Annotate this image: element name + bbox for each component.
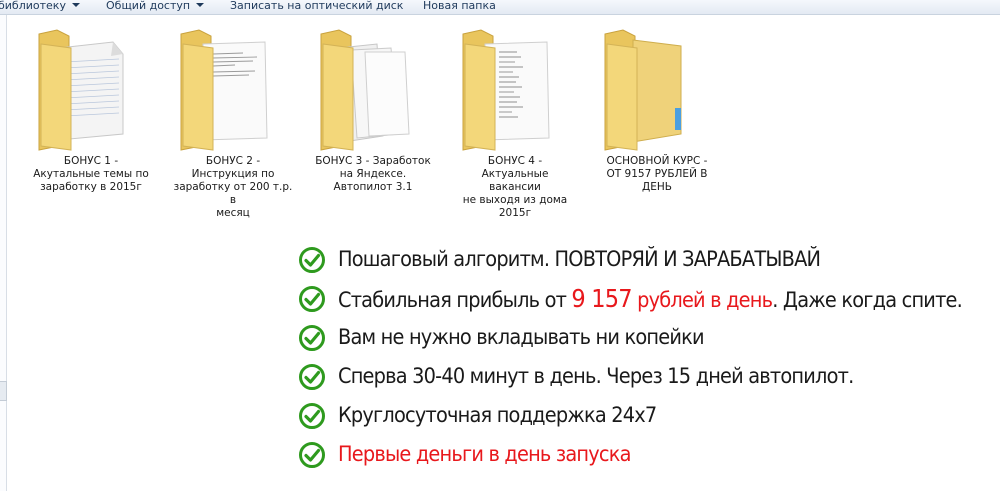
folder-name-label: ОСНОВНОЙ КУРС - ОТ 9157 РУБЛЕЙ В ДЕНЬ	[606, 155, 708, 193]
folder-item-bonus-2[interactable]: БОНУС 2 - Инструкция по заработку от 200 т…	[173, 22, 293, 222]
folder-list-icon	[462, 29, 550, 151]
share-menu-label: Общий доступ	[106, 0, 191, 12]
feature-item: Первые деньги в день запуска	[298, 435, 988, 474]
feature-item: Вам не нужно вкладывать ни копейки	[298, 318, 988, 357]
burn-disc-button[interactable]: Записать на оптический диск	[230, 0, 403, 13]
library-menu-label: библиотеку	[0, 0, 66, 12]
share-menu-button[interactable]: Общий доступ	[106, 0, 205, 13]
check-circle-icon	[299, 324, 325, 351]
folder-icon	[604, 29, 682, 151]
feature-text: Первые деньги в день запуска	[338, 442, 631, 467]
folder-item-bonus-1[interactable]: БОНУС 1 - Акутальные темы по заработку в 2…	[31, 22, 151, 222]
explorer-command-bar: библиотеку Общий доступ Записать на опти…	[0, 0, 1000, 15]
check-circle-icon	[299, 402, 325, 429]
feature-item: Сперва 30-40 минут в день. Через 15 дней…	[298, 357, 988, 396]
check-circle-icon	[299, 441, 325, 468]
folder-name-label: БОНУС 3 - Заработок на Яндексе. Автопилот …	[315, 155, 431, 193]
folder-name-label: БОНУС 2 - Инструкция по заработку от 200 т…	[173, 155, 293, 219]
feature-text: Стабильная прибыль от 9 157 рублей в ден…	[338, 284, 963, 313]
feature-text: Пошаговый алгоритм. ПОВТОРЯЙ И ЗАРАБАТЫВ…	[338, 247, 821, 272]
new-folder-button[interactable]: Новая папка	[423, 0, 496, 13]
library-menu-button[interactable]: библиотеку	[0, 0, 80, 13]
pane-splitter-handle[interactable]	[0, 381, 7, 401]
navigation-pane-edge	[0, 15, 7, 491]
check-circle-icon	[299, 285, 325, 312]
folder-name-label: БОНУС 1 - Акутальные темы по заработку в 2…	[33, 155, 149, 193]
folder-item-bonus-4[interactable]: БОНУС 4 - Актуальные вакансии не выходя из…	[455, 22, 575, 222]
folder-papers-icon	[320, 29, 410, 151]
chevron-down-icon	[196, 3, 205, 7]
burn-disc-label: Записать на оптический диск	[230, 0, 404, 12]
folder-name-label: БОНУС 4 - Актуальные вакансии не выходя из…	[462, 155, 568, 219]
feature-item: Стабильная прибыль от 9 157 рублей в ден…	[298, 279, 988, 318]
feature-text: Вам не нужно вкладывать ни копейки	[338, 325, 705, 350]
folder-document-icon	[180, 29, 268, 151]
check-circle-icon	[299, 246, 325, 273]
check-circle-icon	[299, 363, 325, 390]
feature-item: Пошаговый алгоритм. ПОВТОРЯЙ И ЗАРАБАТЫВ…	[298, 240, 988, 279]
feature-checklist: Пошаговый алгоритм. ПОВТОРЯЙ И ЗАРАБАТЫВ…	[298, 240, 988, 474]
new-folder-label: Новая папка	[423, 0, 496, 12]
chevron-down-icon	[71, 3, 80, 7]
folder-lined-paper-icon	[38, 29, 124, 151]
feature-text: Сперва 30-40 минут в день. Через 15 дней…	[338, 364, 854, 389]
folder-item-bonus-3[interactable]: БОНУС 3 - Заработок на Яндексе. Автопилот …	[313, 22, 433, 222]
feature-text: Круглосуточная поддержка 24x7	[338, 403, 657, 428]
folder-item-main-course[interactable]: ОСНОВНОЙ КУРС - ОТ 9157 РУБЛЕЙ В ДЕНЬ	[597, 22, 717, 222]
feature-item: Круглосуточная поддержка 24x7	[298, 396, 988, 435]
